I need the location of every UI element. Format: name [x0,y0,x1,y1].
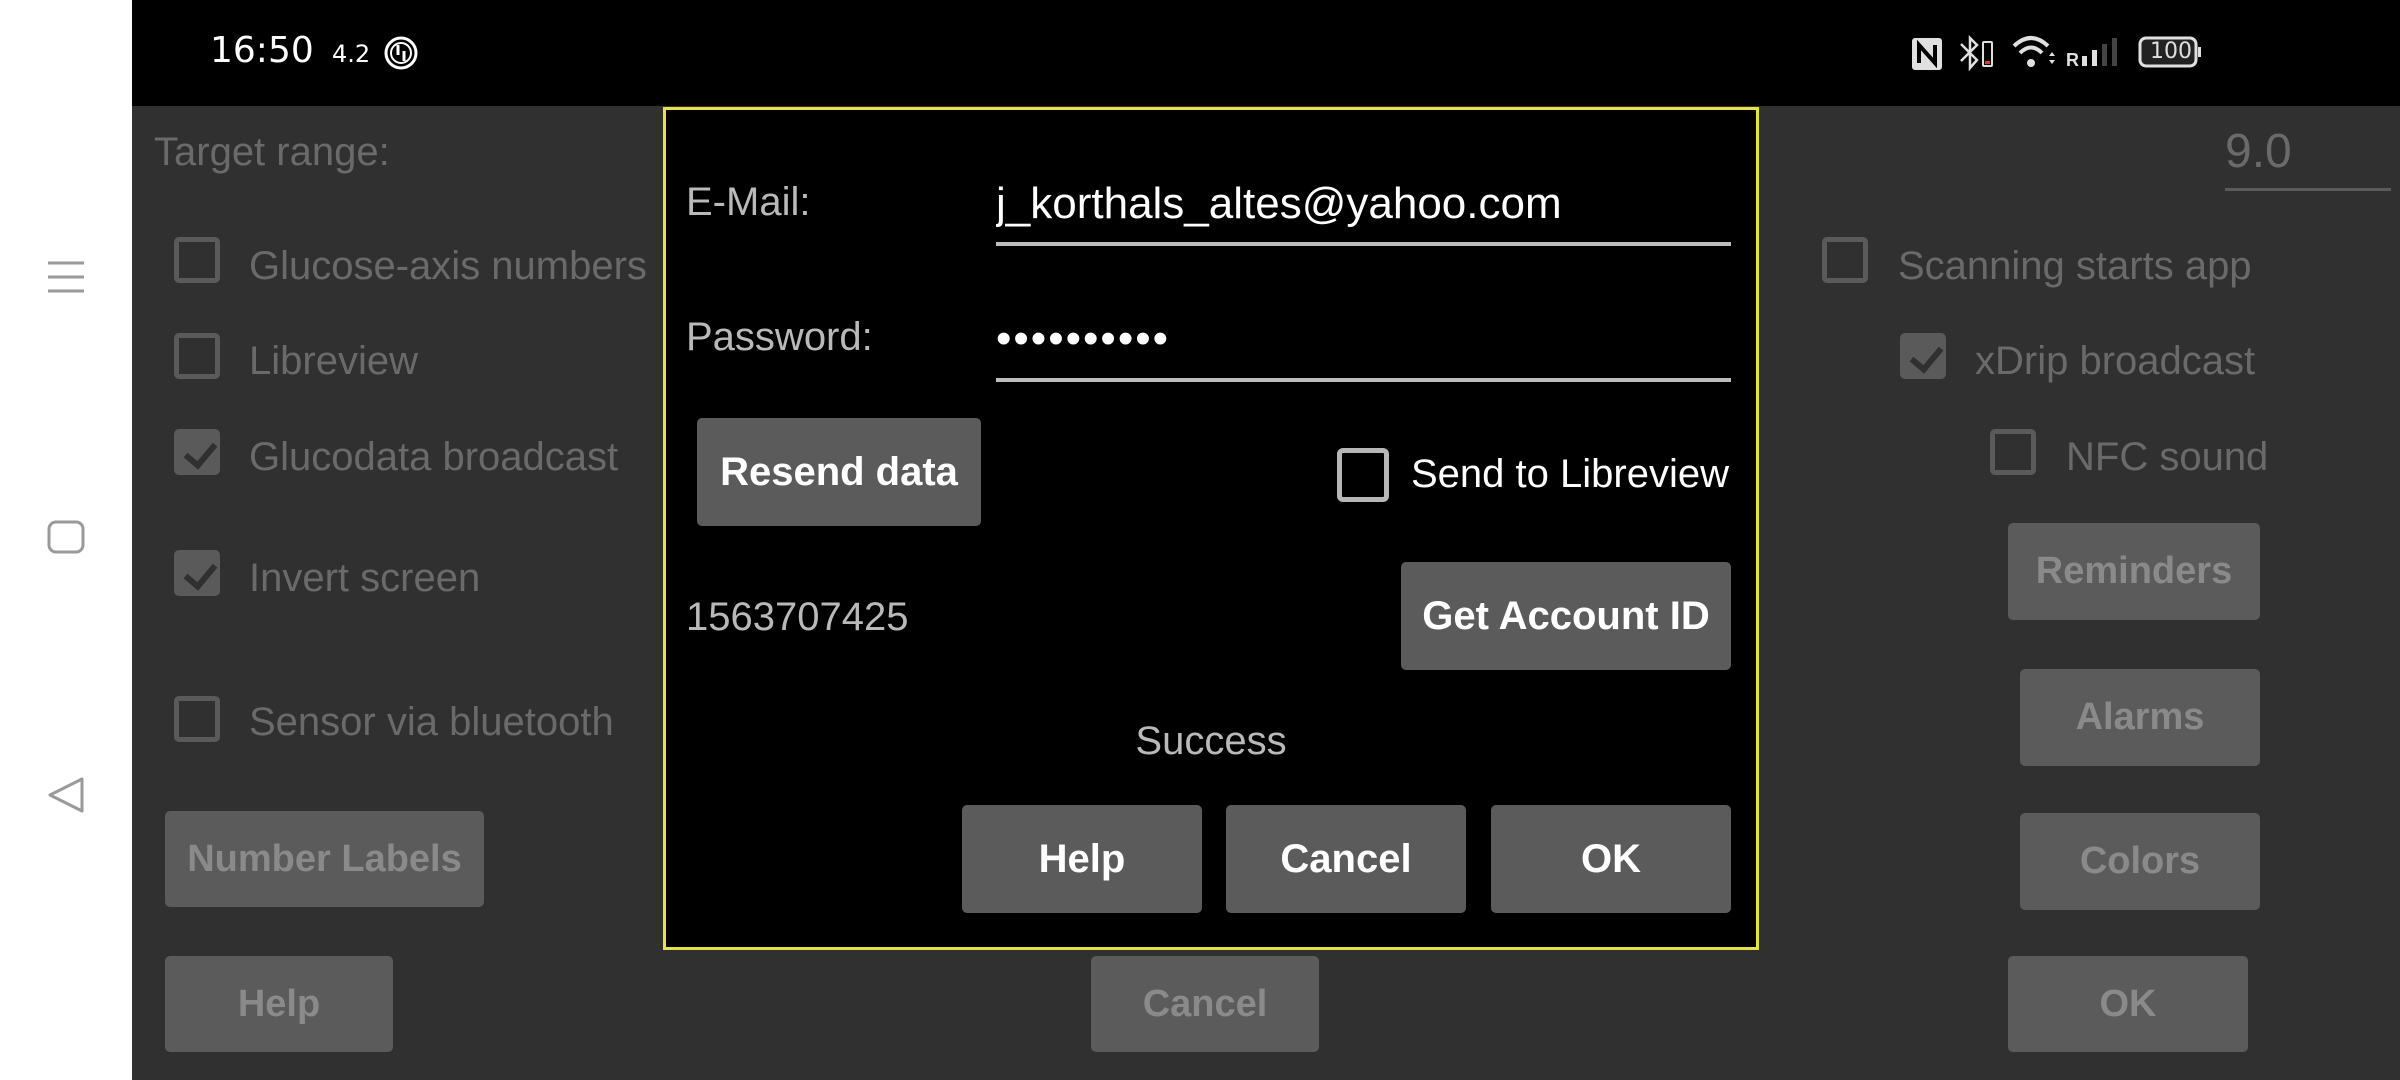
number-labels-button[interactable]: Number Labels [165,811,484,907]
nfc-sound-label: NFC sound [2066,435,2269,479]
scanning-starts-app-label: Scanning starts app [1898,244,2252,288]
battery-level: 100 [2150,39,2192,64]
sensor-via-bluetooth-label: Sensor via bluetooth [249,700,614,744]
password-field[interactable] [996,300,1731,382]
libreview-dialog: E-Mail: Password: Resend data Send to Li… [663,107,1759,950]
xdrip-broadcast-label: xDrip broadcast [1975,339,2256,383]
help-button[interactable]: Help [165,956,393,1052]
email-field[interactable] [996,166,1731,246]
status-bar: 16:50 4.2 R 100 [132,0,2400,106]
invert-screen-checkbox[interactable] [174,550,220,596]
glucodata-broadcast-label: Glucodata broadcast [249,435,619,479]
wifi-icon [2012,34,2056,75]
nfc-sound-checkbox[interactable] [1990,429,2036,475]
reminders-button[interactable]: Reminders [2008,523,2260,620]
glucose-axis-numbers-checkbox[interactable] [174,237,220,283]
bluetooth-icon [1958,34,1998,77]
email-label: E-Mail: [686,180,811,224]
target-range-high-value[interactable]: 9.0 [2225,124,2292,179]
target-range-label: Target range: [154,130,390,174]
cancel-button[interactable]: Cancel [1091,956,1319,1052]
dialog-help-button[interactable]: Help [962,805,1202,913]
scanning-starts-app-checkbox[interactable] [1822,237,1868,283]
glucose-axis-numbers-label: Glucose-axis numbers [249,244,647,288]
glucodata-broadcast-checkbox[interactable] [174,429,220,475]
ok-button[interactable]: OK [2008,956,2248,1052]
sensor-via-bluetooth-checkbox[interactable] [174,696,220,742]
signal-icon [2082,36,2122,73]
nfc-icon [1912,38,1942,75]
account-id-value: 1563707425 [686,595,909,639]
status-message: Success [1135,719,1287,763]
roaming-indicator: R [2066,50,2079,70]
libreview-label: Libreview [249,339,418,383]
clock: 16:50 [210,30,314,71]
menu-icon[interactable] [36,247,96,307]
send-to-libreview-label: Send to Libreview [1411,452,1729,496]
sync-icon [384,36,418,75]
alarms-button[interactable]: Alarms [2020,669,2260,766]
network-speed: 4.2 [332,40,371,68]
navigation-bar [0,0,132,1080]
invert-screen-label: Invert screen [249,556,481,600]
password-label: Password: [686,315,873,359]
libreview-checkbox[interactable] [174,333,220,379]
dialog-cancel-button[interactable]: Cancel [1226,805,1466,913]
resend-data-button[interactable]: Resend data [697,418,981,526]
target-range-high-underline [2225,188,2391,191]
colors-button[interactable]: Colors [2020,813,2260,910]
home-icon[interactable] [36,507,96,567]
back-icon[interactable] [36,765,96,825]
get-account-id-button[interactable]: Get Account ID [1401,562,1731,670]
dialog-ok-button[interactable]: OK [1491,805,1731,913]
xdrip-broadcast-checkbox[interactable] [1900,333,1946,379]
send-to-libreview-checkbox[interactable] [1337,448,1389,502]
